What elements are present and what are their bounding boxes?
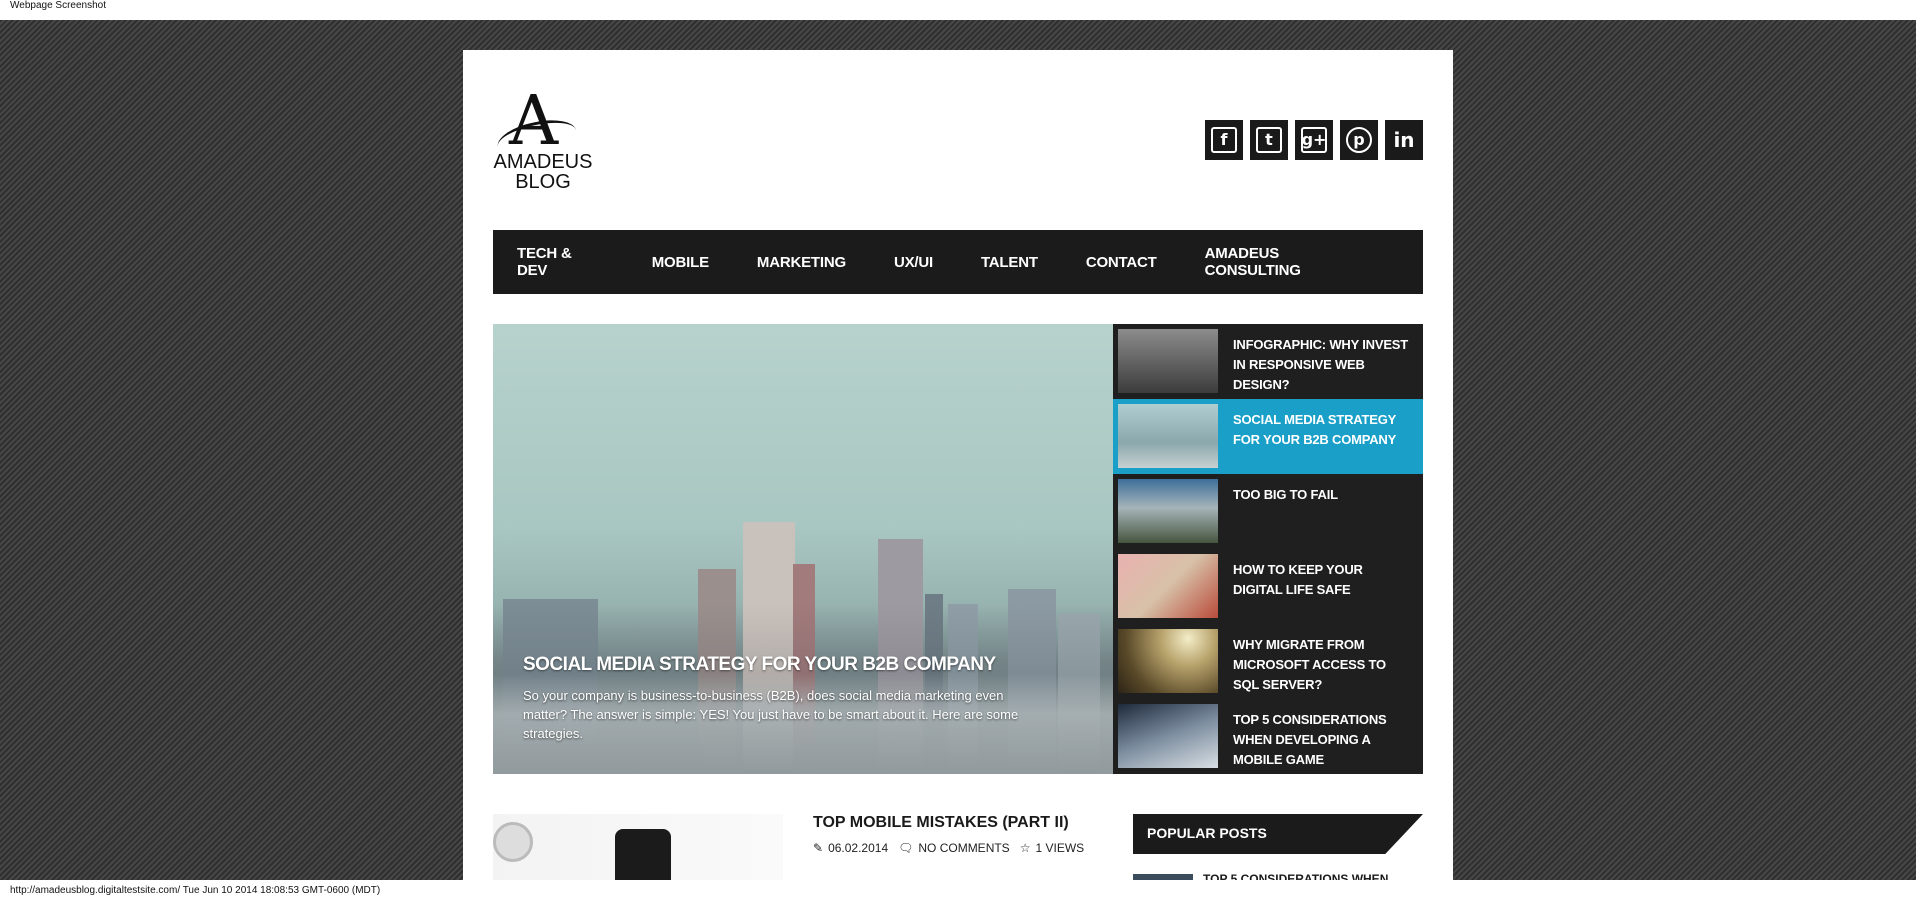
popular-posts-title: POPULAR POSTS [1147,825,1267,841]
slider-item-active[interactable]: SOCIAL MEDIA STRATEGY FOR YOUR B2B COMPA… [1113,399,1423,474]
star-icon: ☆ [1019,841,1031,855]
slider-item-title: SOCIAL MEDIA STRATEGY FOR YOUR B2B COMPA… [1233,412,1397,447]
slider-thumb [1118,554,1218,618]
slider-thumb [1118,629,1218,693]
post-date: ✎ 06.02.2014 [813,841,888,855]
browser-header: Webpage Screenshot [0,0,1916,20]
site-logo[interactable]: A AMADEUS BLOG [493,88,593,193]
post-meta: ✎ 06.02.2014 🗨 NO COMMENTS ☆ 1 VIEWS [813,841,1084,855]
slider-thumb [1118,404,1218,468]
slider-item[interactable]: TOO BIG TO FAIL [1113,474,1423,549]
nav-item-amadeus-consulting[interactable]: AMADEUS CONSULTING [1205,245,1375,279]
nav-item-marketing[interactable]: MARKETING [757,254,846,271]
logo-line-1: AMADEUS [493,151,593,173]
slider-thumb [1118,479,1218,543]
nav-item-contact[interactable]: CONTACT [1086,254,1157,271]
nav-item-ux-ui[interactable]: UX/UI [894,254,933,271]
slider-item-title: HOW TO KEEP YOUR DIGITAL LIFE SAFE [1233,562,1363,597]
hero-title[interactable]: SOCIAL MEDIA STRATEGY FOR YOUR B2B COMPA… [523,654,996,676]
post-comments-value: NO COMMENTS [918,841,1010,855]
slider-item-title: WHY MIGRATE FROM MICROSOFT ACCESS TO SQL… [1233,637,1386,692]
nav-item-mobile[interactable]: MOBILE [652,254,709,271]
pencil-icon: ✎ [813,841,824,855]
pinterest-icon[interactable]: p [1340,120,1378,160]
slider-item[interactable]: WHY MIGRATE FROM MICROSOFT ACCESS TO SQL… [1113,624,1423,699]
comment-icon: 🗨 [898,841,914,855]
facebook-icon[interactable]: f [1205,120,1243,160]
popular-post-title[interactable]: TOP 5 CONSIDERATIONS WHEN [1203,872,1388,880]
post-comments[interactable]: 🗨 NO COMMENTS [898,841,1010,855]
popular-posts-header: POPULAR POSTS [1133,814,1423,854]
slider-item[interactable]: HOW TO KEEP YOUR DIGITAL LIFE SAFE [1113,549,1423,624]
google-plus-icon[interactable]: g+ [1295,120,1333,160]
linkedin-icon[interactable]: in [1385,120,1423,160]
post-views: ☆ 1 VIEWS [1020,841,1084,855]
slider-item-title: TOP 5 CONSIDERATIONS WHEN DEVELOPING A M… [1233,712,1387,767]
post-thumb-phone [615,829,671,880]
logo-text: AMADEUS BLOG [493,152,593,192]
blog-page: A AMADEUS BLOG f t g+ p in TECH & DEV MO… [463,50,1453,880]
slider-item[interactable]: TOP 5 CONSIDERATIONS WHEN DEVELOPING A M… [1113,699,1423,774]
slider-item-title: INFOGRAPHIC: WHY INVEST IN RESPONSIVE WE… [1233,337,1409,392]
slider-item-title: TOO BIG TO FAIL [1233,487,1338,502]
slider-item[interactable]: INFOGRAPHIC: WHY INVEST IN RESPONSIVE WE… [1113,324,1423,399]
logo-line-2: BLOG [515,171,571,193]
post-thumb-lamp [493,822,533,862]
post-date-value: 06.02.2014 [828,841,889,855]
browser-header-label: Webpage Screenshot [10,0,106,11]
browser-status-bar: http://amadeusblog.digitaltestsite.com/ … [0,880,1916,900]
slider-post-list: INFOGRAPHIC: WHY INVEST IN RESPONSIVE WE… [1113,324,1423,774]
featured-slider[interactable]: SOCIAL MEDIA STRATEGY FOR YOUR B2B COMPA… [493,324,1113,774]
nav-item-talent[interactable]: TALENT [981,254,1038,271]
slider-thumb [1118,704,1218,768]
post-views-value: 1 VIEWS [1035,841,1085,855]
twitter-icon[interactable]: t [1250,120,1288,160]
main-nav: TECH & DEV MOBILE MARKETING UX/UI TALENT… [493,230,1423,294]
browser-status-text: http://amadeusblog.digitaltestsite.com/ … [10,885,381,896]
slider-thumb [1118,329,1218,393]
post-title[interactable]: TOP MOBILE MISTAKES (PART II) [813,814,1069,832]
post-thumbnail[interactable] [493,814,783,880]
hero-excerpt: So your company is business-to-business … [523,688,1019,741]
social-links: f t g+ p in [1205,120,1423,160]
nav-item-tech-dev[interactable]: TECH & DEV [517,245,604,279]
